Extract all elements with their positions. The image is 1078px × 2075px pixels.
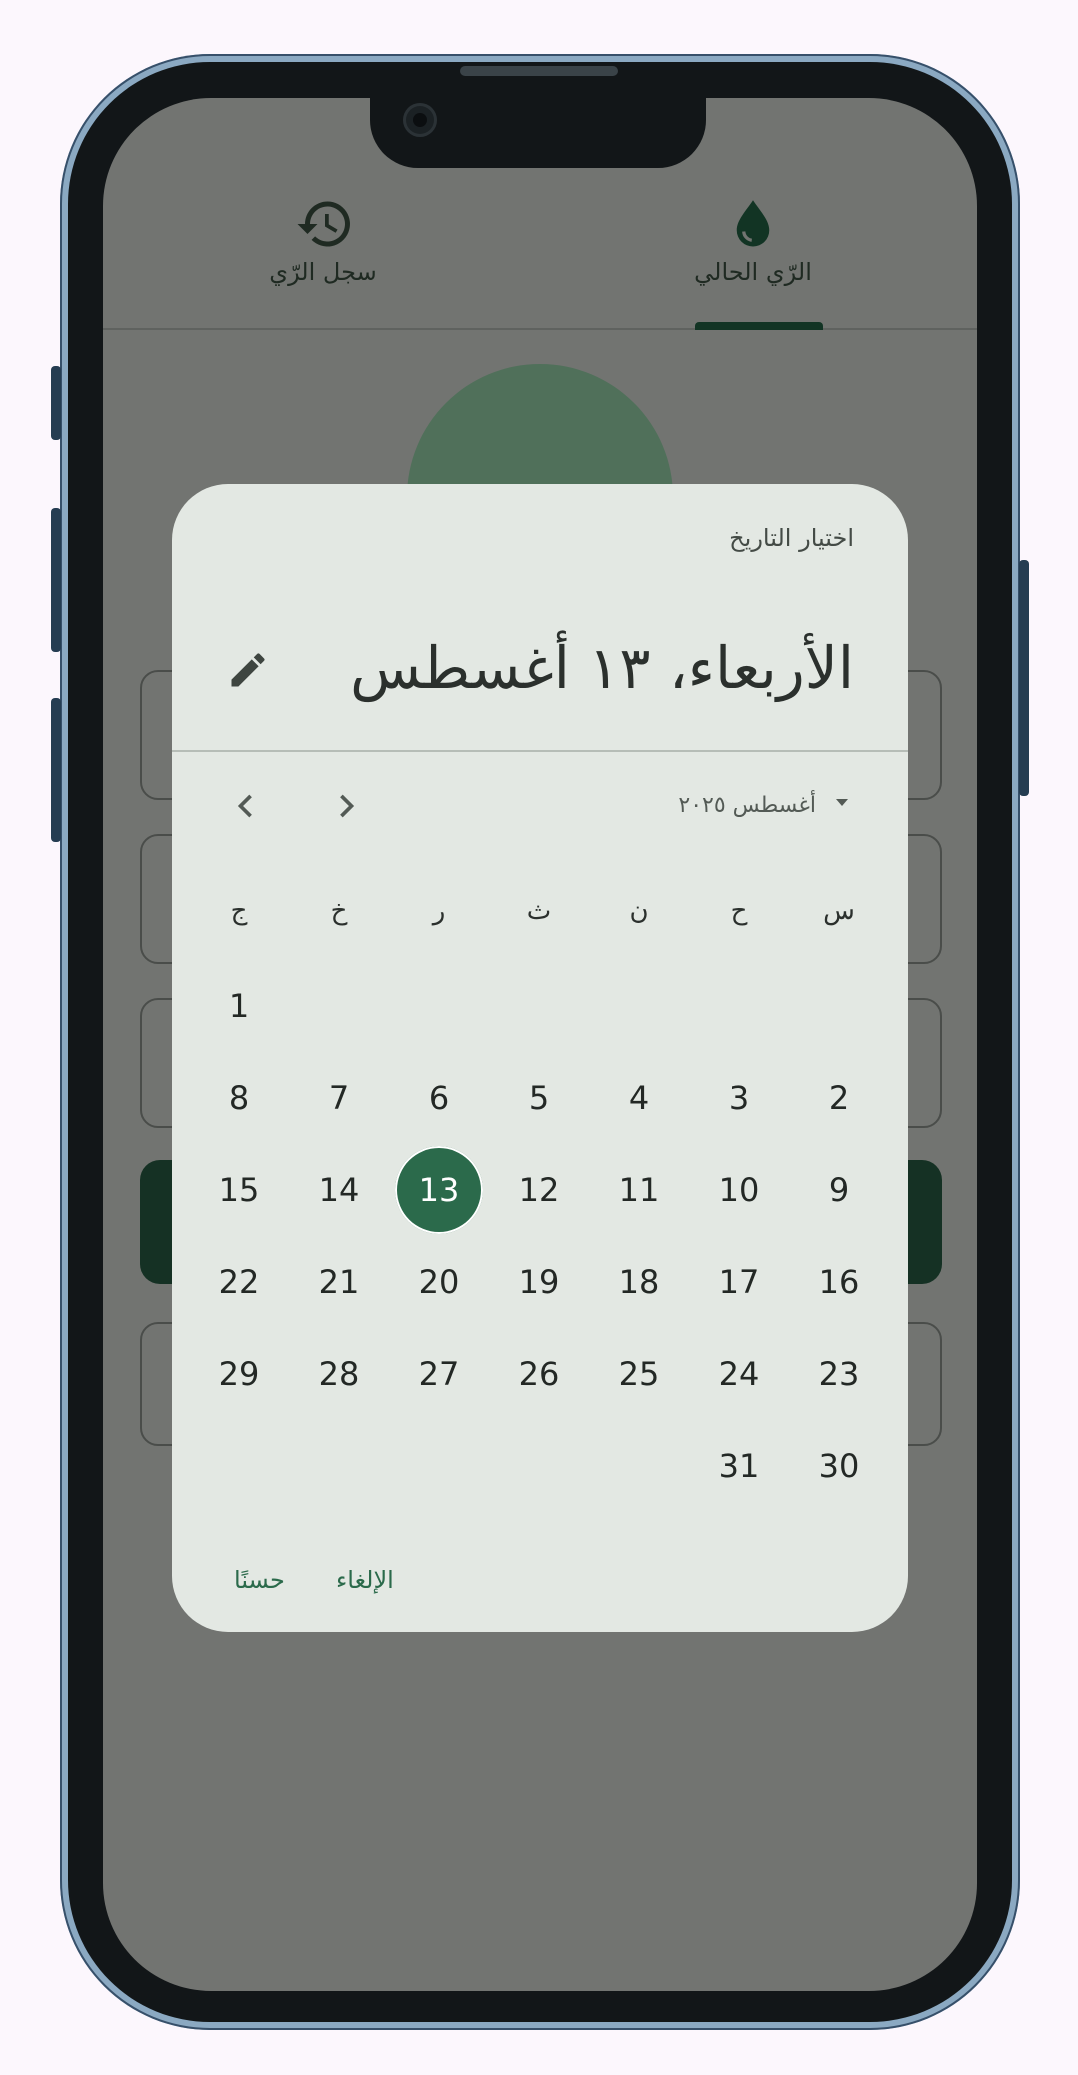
tab-indicator xyxy=(695,322,823,330)
power-button xyxy=(1019,560,1029,796)
day-cell[interactable]: 31 xyxy=(695,1422,783,1510)
day-cell[interactable]: 17 xyxy=(695,1238,783,1326)
day-cell[interactable]: 21 xyxy=(295,1238,383,1326)
day-cell[interactable]: 19 xyxy=(495,1238,583,1326)
date-picker-dialog: اختيار التاريخ الأربعاء، ١٣ أغسطس أغسطس … xyxy=(172,484,908,1632)
day-cell[interactable]: 11 xyxy=(595,1146,683,1234)
tab-divider xyxy=(103,328,977,330)
previous-month-button[interactable] xyxy=(224,784,268,828)
day-cell[interactable]: 30 xyxy=(795,1422,883,1510)
edit-date-button[interactable] xyxy=(226,648,270,692)
weekday-label: ج xyxy=(230,896,248,926)
day-cell[interactable]: 3 xyxy=(695,1054,783,1142)
speaker-grille xyxy=(460,66,618,76)
day-cell[interactable]: 1 xyxy=(195,962,283,1050)
dialog-title: اختيار التاريخ xyxy=(729,524,854,552)
weekday-label: س xyxy=(823,896,855,926)
camera-lens xyxy=(413,113,427,127)
day-cell[interactable]: 24 xyxy=(695,1330,783,1418)
volume-up-button xyxy=(51,508,61,652)
pencil-icon xyxy=(231,653,265,687)
day-cell[interactable]: 8 xyxy=(195,1054,283,1142)
month-year-label: أغسطس ٢٠٢٥ xyxy=(678,792,816,818)
day-cell[interactable]: 25 xyxy=(595,1330,683,1418)
weekday-label: ح xyxy=(730,896,748,926)
day-cell[interactable]: 23 xyxy=(795,1330,883,1418)
day-cell[interactable]: 27 xyxy=(395,1330,483,1418)
selected-date-headline: الأربعاء، ١٣ أغسطس xyxy=(350,634,854,702)
ok-button[interactable]: حسنًا xyxy=(234,1566,285,1594)
weekday-label: ن xyxy=(629,896,649,926)
day-cell[interactable]: 2 xyxy=(795,1054,883,1142)
weekday-label: ث xyxy=(526,896,552,926)
dropdown-arrow-icon xyxy=(830,790,854,820)
next-month-button[interactable] xyxy=(324,784,368,828)
day-selected[interactable]: 13 xyxy=(395,1146,483,1234)
day-cell[interactable]: 20 xyxy=(395,1238,483,1326)
day-cell[interactable]: 16 xyxy=(795,1238,883,1326)
weekday-label: ر xyxy=(432,896,446,926)
day-cell[interactable]: 29 xyxy=(195,1330,283,1418)
day-cell[interactable]: 28 xyxy=(295,1330,383,1418)
volume-down-button xyxy=(51,698,61,842)
day-cell[interactable]: 22 xyxy=(195,1238,283,1326)
day-cell[interactable]: 12 xyxy=(495,1146,583,1234)
mute-switch xyxy=(51,366,61,440)
day-cell[interactable]: 14 xyxy=(295,1146,383,1234)
cancel-button[interactable]: الإلغاء xyxy=(336,1566,394,1594)
day-cell[interactable]: 4 xyxy=(595,1054,683,1142)
weekday-label: خ xyxy=(330,896,348,926)
day-cell[interactable]: 18 xyxy=(595,1238,683,1326)
header-divider xyxy=(172,750,908,752)
month-year-selector[interactable]: أغسطس ٢٠٢٥ xyxy=(678,790,854,820)
day-cell[interactable]: 15 xyxy=(195,1146,283,1234)
day-cell[interactable]: 6 xyxy=(395,1054,483,1142)
day-cell[interactable]: 26 xyxy=(495,1330,583,1418)
chevron-left-icon xyxy=(237,794,252,818)
day-cell[interactable]: 10 xyxy=(695,1146,783,1234)
day-cell[interactable]: 7 xyxy=(295,1054,383,1142)
day-cell[interactable]: 5 xyxy=(495,1054,583,1142)
chevron-right-icon xyxy=(340,794,355,818)
day-cell[interactable]: 9 xyxy=(795,1146,883,1234)
